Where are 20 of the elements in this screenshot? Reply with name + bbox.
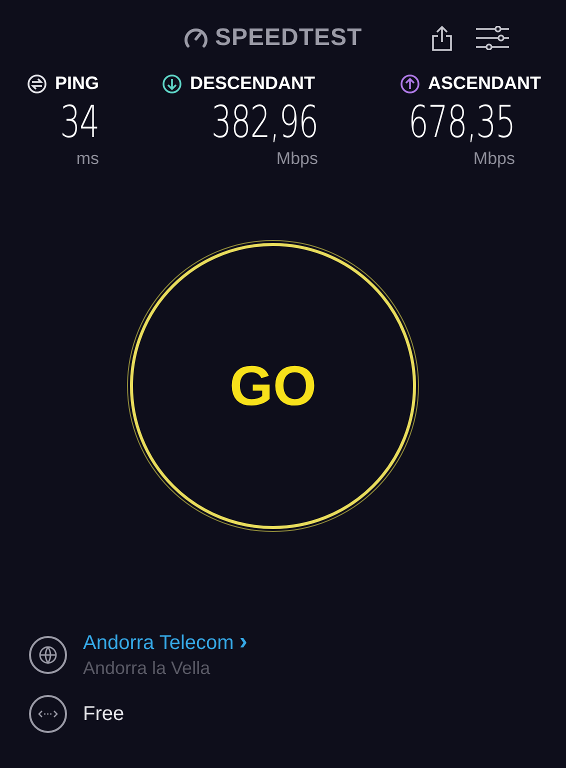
metric-value: 34	[60, 97, 99, 149]
logo-text: SPEEDTEST	[215, 23, 362, 53]
metric-value: 678,35	[408, 97, 515, 149]
metric-unit: Mbps	[276, 149, 318, 169]
metric-label: ASCENDANT	[428, 72, 542, 95]
metric-unit: ms	[76, 149, 99, 169]
metric-unit: Mbps	[473, 149, 515, 169]
provider-link[interactable]: Andorra Telecom ›	[83, 629, 248, 656]
metric-value: 382,96	[211, 97, 318, 149]
connection-icon	[28, 694, 68, 734]
provider-location: Andorra la Vella	[83, 657, 212, 680]
share-icon	[431, 25, 454, 51]
metric-label: PING	[55, 72, 100, 95]
gauge-icon	[183, 27, 209, 49]
settings-button[interactable]	[474, 23, 510, 53]
metric-label: DESCENDANT	[190, 72, 316, 95]
sliders-icon	[475, 26, 510, 50]
go-button[interactable]: GO	[130, 243, 416, 529]
connection-label: Free	[83, 702, 124, 727]
globe-icon	[28, 634, 68, 674]
